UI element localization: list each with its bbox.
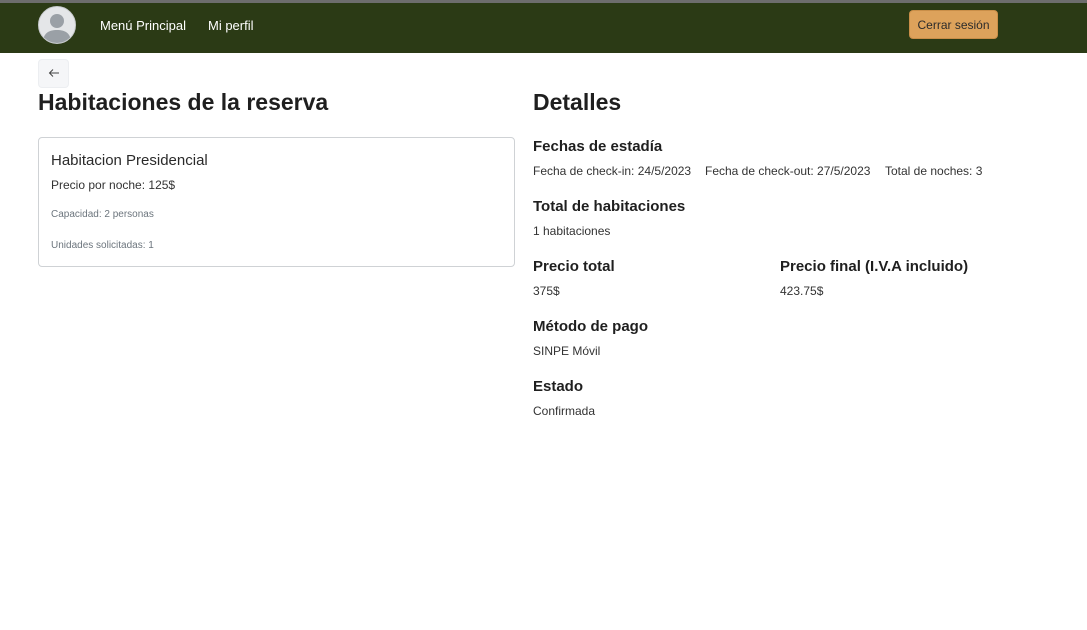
total-rooms-title: Total de habitaciones (533, 198, 686, 215)
room-name: Habitacion Presidencial (51, 152, 208, 169)
status-title: Estado (533, 378, 584, 395)
room-card: Habitacion Presidencial Precio por noche… (38, 137, 515, 267)
rooms-heading: Habitaciones de la reserva (38, 89, 329, 115)
payment-method-value: SINPE Móvil (533, 344, 601, 358)
final-price-title: Precio final (I.V.A incluido) (780, 258, 969, 275)
nav-link-main-menu[interactable]: Menú Principal (100, 18, 186, 33)
stay-dates-title: Fechas de estadía (533, 138, 663, 155)
checkout-date: Fecha de check-out: 27/5/2023 (705, 164, 871, 178)
top-navbar: Menú Principal Mi perfil Cerrar sesión (0, 0, 1087, 53)
total-price-value: 375$ (533, 284, 560, 298)
room-capacity: Capacidad: 2 personas (51, 209, 154, 220)
logout-button[interactable]: Cerrar sesión (909, 10, 998, 39)
user-avatar-icon[interactable] (38, 6, 76, 44)
total-nights: Total de noches: 3 (885, 164, 983, 178)
total-price-title: Precio total (533, 258, 615, 275)
payment-method-title: Método de pago (533, 318, 648, 335)
arrow-left-icon (48, 65, 60, 83)
status-value: Confirmada (533, 404, 596, 418)
checkin-date: Fecha de check-in: 24/5/2023 (533, 164, 692, 178)
total-rooms-value: 1 habitaciones (533, 224, 611, 238)
final-price-value: 423.75$ (780, 284, 824, 298)
details-heading: Detalles (533, 89, 622, 115)
back-button[interactable] (38, 59, 69, 88)
nav-link-my-profile[interactable]: Mi perfil (208, 18, 254, 33)
room-price-per-night: Precio por noche: 125$ (51, 178, 176, 192)
room-units-requested: Unidades solicitadas: 1 (51, 240, 154, 251)
